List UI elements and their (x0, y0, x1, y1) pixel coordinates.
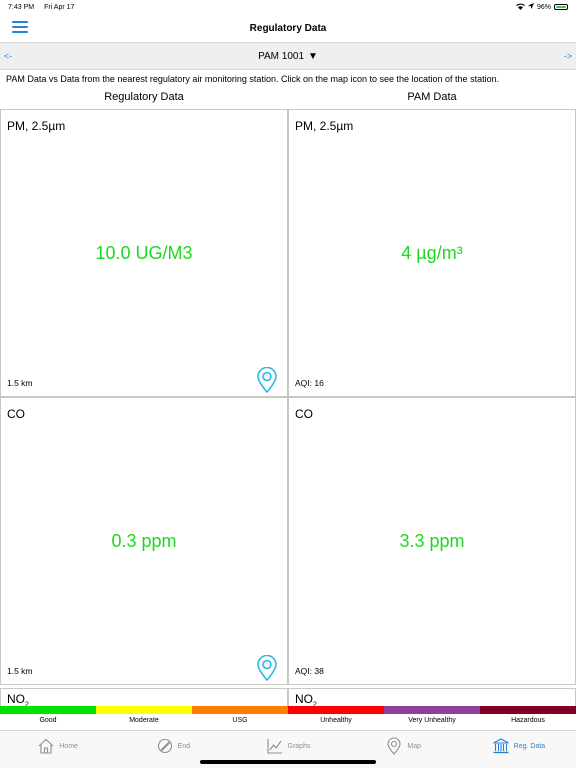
aqi-label: Good (39, 717, 57, 724)
pam-no2-card: NO2 (288, 688, 576, 708)
aqi-segment-good (0, 706, 96, 714)
aqi-label: Hazardous (511, 717, 545, 724)
tab-graphs[interactable]: Graphs (230, 731, 345, 761)
aqi-segment-usg (192, 706, 288, 714)
next-device-button[interactable]: -> (564, 51, 572, 61)
pollutant-value: 3.3 ppm (399, 531, 465, 551)
regulatory-no2-card: NO2 (0, 688, 288, 708)
battery-icon (554, 4, 568, 10)
tab-label: Home (59, 742, 78, 750)
regulatory-data-header: Regulatory Data (104, 91, 184, 103)
device-selector-bar: <- PAM 1001 ▼ -> (0, 42, 576, 70)
device-dropdown[interactable]: PAM 1001 ▼ (258, 51, 318, 62)
pam-pm25-card: PM, 2.5µm 4 µg/m³ AQI: 16 (288, 109, 576, 397)
tab-label: Graphs (287, 742, 311, 750)
pollutant-title: CO (7, 407, 25, 421)
tab-home[interactable]: Home (0, 731, 115, 761)
pam-co-card: CO 3.3 ppm AQI: 38 (288, 397, 576, 685)
tab-label: Map (407, 742, 422, 750)
aqi-scale-labels: Good Moderate USG Unhealthy Very Unhealthy Ha… (0, 717, 576, 724)
map-icon (387, 737, 401, 755)
description-text: PAM Data vs Data from the nearest regula… (6, 74, 500, 84)
graphs-icon (266, 739, 282, 754)
aqi-color-scale (0, 706, 576, 714)
pollutant-title: CO (295, 407, 313, 421)
home-indicator (200, 760, 376, 764)
pollutant-value: 4 µg/m³ (401, 243, 463, 263)
aqi-segment-very-unhealthy (384, 706, 480, 714)
status-bar: 7:43 PM Fri Apr 17 96% (0, 0, 576, 14)
aqi-value: AQI: 16 (295, 378, 324, 388)
page-title: Regulatory Data (249, 22, 327, 34)
aqi-label: USG (232, 717, 248, 724)
nav-bar: Regulatory Data (0, 14, 576, 42)
regulatory-pm25-card: PM, 2.5µm 10.0 UG/M3 1.5 km (0, 109, 288, 397)
map-pin-icon[interactable] (256, 654, 278, 682)
home-icon (38, 738, 54, 754)
tab-map[interactable]: Map (346, 731, 461, 761)
aqi-value: AQI: 38 (295, 666, 324, 676)
tab-reg-data[interactable]: Reg. Data (461, 731, 576, 761)
status-date: Fri Apr 17 (44, 3, 75, 11)
battery-percent: 96% (536, 3, 551, 11)
pollutant-title: PM, 2.5µm (7, 119, 66, 133)
tab-end[interactable]: End (115, 731, 230, 761)
aqi-label: Very Unhealthy (408, 717, 456, 724)
regulatory-co-card: CO 0.3 ppm 1.5 km (0, 397, 288, 685)
tab-label: End (177, 742, 191, 750)
aqi-segment-unhealthy (288, 706, 384, 714)
pollutant-value: 0.3 ppm (111, 531, 177, 551)
dropdown-caret-icon: ▼ (308, 50, 318, 62)
station-distance: 1.5 km (7, 378, 33, 388)
aqi-label: Moderate (129, 717, 159, 724)
station-distance: 1.5 km (7, 666, 33, 676)
pollutant-title: PM, 2.5µm (295, 119, 354, 133)
location-arrow-icon (527, 3, 534, 11)
battery-level (556, 6, 566, 8)
aqi-segment-hazardous (480, 706, 576, 714)
aqi-segment-moderate (96, 706, 192, 714)
aqi-label: Unhealthy (320, 717, 352, 724)
pam-data-header: PAM Data (407, 91, 457, 103)
bank-icon (492, 738, 509, 754)
end-icon (157, 738, 172, 754)
pollutant-value: 10.0 UG/M3 (95, 243, 193, 263)
previous-device-button[interactable]: <- (4, 51, 12, 61)
map-pin-icon[interactable] (256, 366, 278, 394)
device-name: PAM 1001 (258, 50, 305, 62)
tab-label: Reg. Data (513, 742, 546, 750)
hamburger-menu-icon[interactable] (12, 21, 28, 33)
status-time: 7:43 PM (8, 3, 35, 11)
wifi-icon (516, 3, 525, 12)
